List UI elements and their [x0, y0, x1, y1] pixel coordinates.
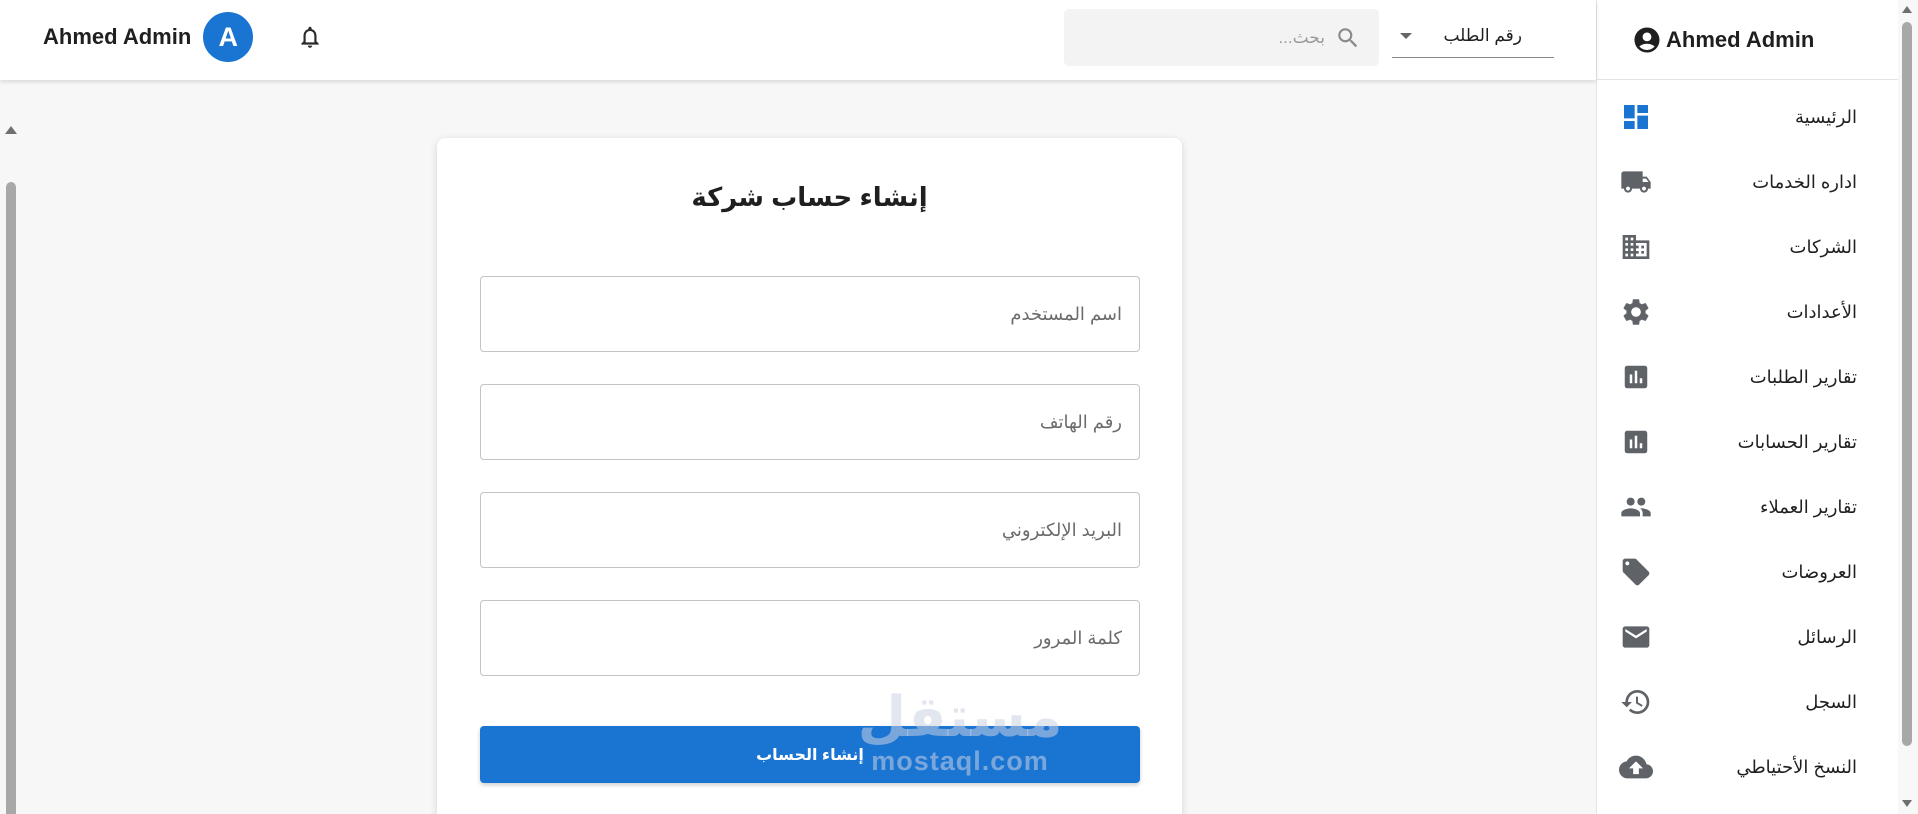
- order-number-select[interactable]: رقم الطلب: [1392, 14, 1554, 58]
- sidebar-item-label: العروضات: [1781, 561, 1857, 582]
- sidebar-item-label: تقارير الطلبات: [1749, 366, 1857, 387]
- sidebar-item-label: تقارير الحسابات: [1737, 431, 1857, 452]
- email-input[interactable]: [481, 493, 1139, 567]
- truck-icon: [1619, 165, 1653, 199]
- mail-icon: [1619, 620, 1653, 654]
- order-select-value: رقم الطلب: [1443, 25, 1522, 45]
- create-account-button[interactable]: إنشاء الحساب: [480, 726, 1140, 783]
- sidebar-header: Ahmed Admin: [1597, 0, 1898, 80]
- bar-chart-icon: [1619, 425, 1653, 459]
- scroll-up-arrow-icon[interactable]: [5, 126, 17, 134]
- sidebar-item-customer-reports[interactable]: تقارير العملاء: [1597, 477, 1899, 537]
- sidebar-item-label: الرسائل: [1797, 626, 1857, 647]
- sidebar-item-messages[interactable]: الرسائل: [1597, 607, 1899, 667]
- sidebar-item-companies[interactable]: الشركات: [1597, 217, 1899, 277]
- sidebar-item-backup[interactable]: النسخ الأحتياطي: [1597, 737, 1899, 797]
- phone-field: [480, 384, 1140, 460]
- sidebar-item-order-reports[interactable]: تقارير الطلبات: [1597, 347, 1899, 407]
- username-input[interactable]: [481, 277, 1139, 351]
- dashboard-icon: [1619, 100, 1653, 134]
- sidebar-user-name: Ahmed Admin: [1666, 26, 1815, 52]
- scroll-thumb[interactable]: [6, 182, 16, 814]
- search-input[interactable]: [1105, 27, 1325, 48]
- avatar[interactable]: A: [203, 12, 254, 62]
- scroll-down-arrow-icon[interactable]: [1902, 800, 1912, 807]
- sidebar-item-label: اداره الخدمات: [1752, 171, 1857, 192]
- sidebar-item-settings[interactable]: الأعدادات: [1597, 282, 1899, 342]
- email-field: [480, 492, 1140, 568]
- account-circle-icon: [1634, 27, 1660, 52]
- chevron-down-icon: [1400, 32, 1412, 39]
- page-title: إنشاء حساب شركة: [691, 182, 928, 212]
- building-icon: [1619, 230, 1653, 264]
- sidebar-item-account-reports[interactable]: تقارير الحسابات: [1597, 412, 1899, 472]
- password-input[interactable]: [481, 601, 1139, 675]
- user-menu[interactable]: Ahmed Admin A: [43, 12, 254, 62]
- app-root: Ahmed Admin A رقم الطلب إنشاء حساب شركة: [0, 0, 1918, 814]
- scroll-up-arrow-icon[interactable]: [1902, 6, 1912, 13]
- create-company-card: إنشاء حساب شركة إنشاء الحساب: [437, 138, 1182, 814]
- cloud-upload-icon: [1619, 750, 1653, 784]
- password-field: [480, 600, 1140, 676]
- bar-chart-icon: [1619, 360, 1653, 394]
- people-icon: [1619, 490, 1653, 524]
- sidebar-item-label: الرئيسية: [1795, 106, 1857, 127]
- phone-input[interactable]: [481, 385, 1139, 459]
- sidebar-item-label: النسخ الأحتياطي: [1736, 756, 1857, 777]
- sidebar-item-log[interactable]: السجل: [1597, 672, 1899, 732]
- sidebar-item-label: تقارير العملاء: [1759, 496, 1857, 517]
- sidebar-item-offers[interactable]: العروضات: [1597, 542, 1899, 602]
- notifications-bell-icon[interactable]: [294, 20, 326, 54]
- window-scrollbar[interactable]: [1898, 0, 1918, 814]
- search-icon: [1338, 27, 1358, 47]
- sidebar-item-label: السجل: [1805, 691, 1857, 712]
- username-field: [480, 276, 1140, 352]
- sidebar-item-label: الأعدادات: [1786, 301, 1857, 322]
- main-content: إنشاء حساب شركة إنشاء الحساب: [0, 80, 1596, 814]
- user-name: Ahmed Admin: [43, 24, 192, 49]
- scroll-thumb[interactable]: [1902, 22, 1912, 746]
- tag-icon: [1619, 555, 1653, 589]
- search-box: [1064, 9, 1379, 66]
- sidebar: Ahmed Admin الرئيسية اداره الخدمات الشرك…: [1596, 0, 1898, 814]
- gear-icon: [1619, 295, 1653, 329]
- sidebar-item-services[interactable]: اداره الخدمات: [1597, 152, 1899, 212]
- history-icon: [1619, 685, 1653, 719]
- sidebar-item-home[interactable]: الرئيسية: [1597, 87, 1899, 147]
- top-app-bar: Ahmed Admin A رقم الطلب: [0, 0, 1596, 80]
- sidebar-item-label: الشركات: [1789, 236, 1857, 257]
- content-scrollbar[interactable]: [4, 126, 18, 814]
